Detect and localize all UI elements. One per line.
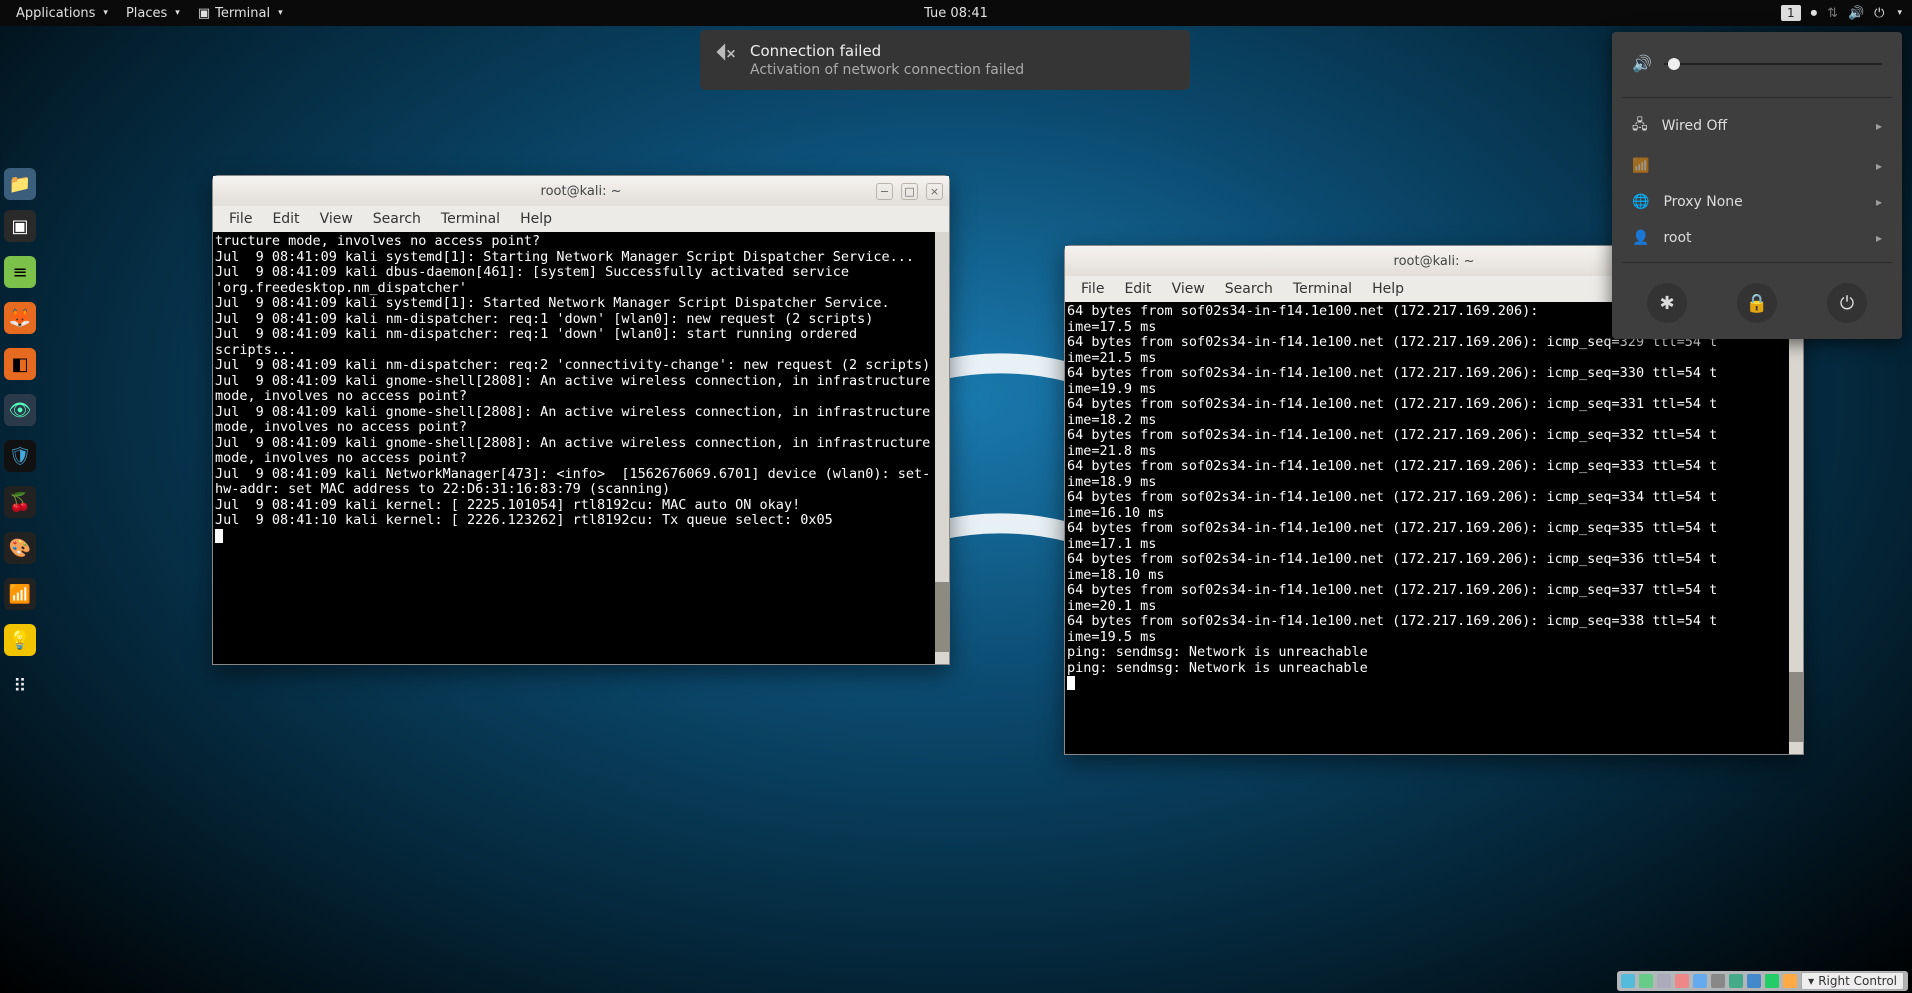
wired-network-row[interactable]: 🖧 Wired Off ▸ [1622,104,1892,148]
notification-title: Connection failed [750,42,1024,60]
wifi-network-row[interactable]: 📶 ▸ [1622,148,1892,184]
volume-slider[interactable] [1664,63,1882,65]
record-icon[interactable]: ⏺ [1811,6,1818,21]
tray-icon[interactable] [1657,974,1671,988]
places-label: Places [126,6,167,21]
proxy-icon: 🌐 [1632,194,1649,210]
volume-icon[interactable]: 🔊 [1848,6,1864,21]
keyboard-indicator[interactable]: 1 [1781,5,1801,21]
host-key-label: Right Control [1818,974,1897,988]
dock-green-app[interactable]: ≡ [4,256,36,288]
cursor [1067,676,1075,690]
menu-file[interactable]: File [1071,278,1114,300]
dock-firefox[interactable]: 🦊 [4,302,36,334]
wired-label: Wired Off [1662,118,1728,134]
clock[interactable]: Tue 08:41 [916,2,996,25]
user-icon: 👤 [1632,230,1649,246]
dock-show-apps[interactable]: ⠿ [4,670,36,702]
chevron-right-icon: ▸ [1876,231,1882,245]
titlebar[interactable]: root@kali: ~ − □ × [213,176,949,206]
window-title: root@kali: ~ [541,184,622,199]
terminal-label: Terminal [215,6,270,21]
scrollbar[interactable] [1789,302,1803,754]
tray-icon[interactable] [1783,974,1797,988]
dock-bulb-app[interactable]: 💡 [4,624,36,656]
tray-icon[interactable] [1621,974,1635,988]
volume-slider-row: 🔊 [1622,48,1892,91]
places-menu[interactable]: Places▾ [118,2,188,25]
proxy-label: Proxy None [1663,194,1742,210]
minimize-button[interactable]: − [876,183,893,200]
close-button[interactable]: × [926,183,943,200]
terminal-body[interactable]: 64 bytes from sof02s34-in-f14.1e100.net … [1065,302,1803,754]
tray-icon[interactable] [1747,974,1761,988]
chevron-down-icon: ▾ [1808,974,1814,988]
dock-orange-app[interactable]: ◧ [4,348,36,380]
menu-search[interactable]: Search [363,208,431,230]
scrollbar-thumb[interactable] [935,582,949,652]
tray-icon[interactable] [1675,974,1689,988]
wired-icon: 🖧 [1632,114,1648,138]
cursor [215,529,223,543]
network-icon[interactable]: ⇅ [1827,6,1838,21]
tray-icon[interactable] [1765,974,1779,988]
vbox-tray: ▾ Right Control [1617,971,1908,991]
tray-icon[interactable] [1711,974,1725,988]
terminal-window-1: root@kali: ~ − □ × File Edit View Search… [212,175,950,665]
tray-icon[interactable] [1729,974,1743,988]
lock-button[interactable]: 🔒 [1737,283,1777,323]
menu-view[interactable]: View [310,208,363,230]
menu-file[interactable]: File [219,208,262,230]
speaker-icon: 🔊 [1632,54,1652,73]
applications-menu[interactable]: Applications▾ [8,2,116,25]
dock-cherrytree[interactable]: 🍒 [4,486,36,518]
dock-metasploit[interactable]: 🛡 [4,440,36,472]
host-key-indicator[interactable]: ▾ Right Control [1801,972,1904,990]
scrollbar-thumb[interactable] [1789,672,1803,742]
system-menu-toggle[interactable]: ▾ [1897,8,1902,18]
top-panel: Applications▾ Places▾ ▣ Terminal▾ Tue 08… [0,0,1912,26]
network-disconnected-icon [716,42,736,62]
maximize-button[interactable]: □ [901,183,918,200]
notification-message: Activation of network connection failed [750,62,1024,78]
dock-wifi-tool[interactable]: 📶 [4,578,36,610]
dock-terminal[interactable]: ▣ [4,210,36,242]
terminal-output: tructure mode, involves no access point?… [215,233,938,528]
menu-terminal[interactable]: Terminal [1283,278,1362,300]
dock-eye-app[interactable]: 👁 [4,394,36,426]
chevron-right-icon: ▸ [1876,195,1882,209]
system-menu-popup: 🔊 🖧 Wired Off ▸ 📶 ▸ 🌐 Proxy None ▸ 👤 roo… [1612,32,1902,339]
notification-banner[interactable]: Connection failed Activation of network … [700,30,1190,90]
dock-colorwheel[interactable]: 🎨 [4,532,36,564]
terminal-output: 64 bytes from sof02s34-in-f14.1e100.net … [1067,303,1717,676]
dock: 📁 ▣ ≡ 🦊 ◧ 👁 🛡 🍒 🎨 📶 💡 ⠿ [0,210,40,702]
menu-terminal[interactable]: Terminal [431,208,510,230]
power-button[interactable]: ⏻ [1827,283,1867,323]
menubar: File Edit View Search Terminal Help [213,206,949,232]
power-icon[interactable]: ⏻ [1874,6,1884,21]
terminal-menu-toggle[interactable]: ▣ Terminal▾ [190,2,291,25]
applications-label: Applications [16,6,95,21]
scrollbar[interactable] [935,232,949,664]
settings-button[interactable]: ✱ [1647,283,1687,323]
tray-icon[interactable] [1639,974,1653,988]
menu-help[interactable]: Help [1362,278,1414,300]
menu-search[interactable]: Search [1215,278,1283,300]
terminal-icon: ▣ [198,6,210,21]
proxy-row[interactable]: 🌐 Proxy None ▸ [1622,184,1892,220]
clock-label: Tue 08:41 [924,6,988,21]
menu-view[interactable]: View [1162,278,1215,300]
dock-files[interactable]: 📁 [4,168,36,200]
wifi-icon: 📶 [1632,158,1649,174]
menu-help[interactable]: Help [510,208,562,230]
user-row[interactable]: 👤 root ▸ [1622,220,1892,256]
chevron-right-icon: ▸ [1876,119,1882,133]
tray-icon[interactable] [1693,974,1707,988]
menu-edit[interactable]: Edit [1114,278,1161,300]
user-label: root [1663,230,1691,246]
menu-edit[interactable]: Edit [262,208,309,230]
window-title: root@kali: ~ [1394,254,1475,269]
chevron-right-icon: ▸ [1876,159,1882,173]
terminal-body[interactable]: tructure mode, involves no access point?… [213,232,949,664]
